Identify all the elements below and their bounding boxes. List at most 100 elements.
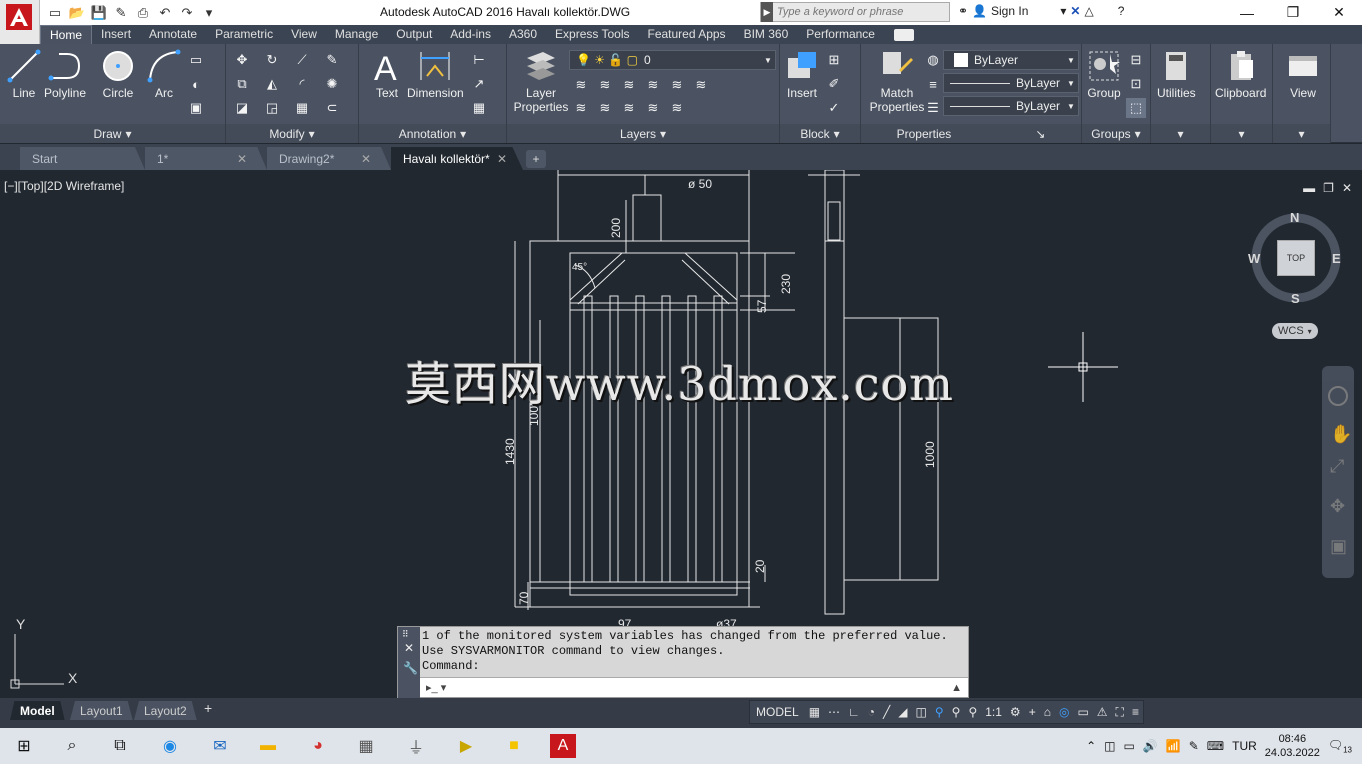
layer-tool-icon[interactable]: ≋ — [571, 75, 591, 95]
compass-east[interactable]: E — [1332, 251, 1341, 266]
trim-icon[interactable]: ⟋ — [292, 50, 312, 70]
linetype-dropdown[interactable]: ByLayer ▼ — [943, 73, 1079, 93]
layer-tool-icon[interactable]: ≋ — [667, 98, 687, 118]
task-view-icon[interactable]: ⧉ — [108, 734, 132, 758]
command-input[interactable]: ▸_ ▾ ▲ — [420, 677, 968, 697]
ribbon-minimize-icon[interactable] — [893, 28, 914, 41]
model-space-button[interactable]: MODEL — [750, 701, 805, 723]
sign-in[interactable]: ⚭ 👤 Sign In ▾ ✕ △ ? — [958, 4, 1124, 18]
grip-icon[interactable]: ⠿ — [402, 629, 409, 640]
view-tool[interactable]: View — [1285, 48, 1321, 100]
meet-now-icon[interactable]: ◫ — [1104, 739, 1115, 753]
steering-wheel-icon[interactable] — [1328, 386, 1348, 406]
usb-icon[interactable]: ⏚ — [404, 734, 428, 758]
showmotion-icon[interactable]: ▣ — [1330, 536, 1347, 557]
orbit-icon[interactable]: ✥ — [1330, 496, 1345, 517]
wcs-menu[interactable]: WCS ▾ — [1272, 323, 1318, 339]
close-icon[interactable]: ✕ — [1342, 181, 1352, 195]
draw-panel-title[interactable]: Draw ▾ — [0, 124, 225, 143]
ribbon-tab-performance[interactable]: Performance — [797, 25, 884, 44]
save-as-icon[interactable]: ✎ — [112, 4, 130, 22]
annotation-visibility-icon[interactable]: ⚲ — [931, 701, 948, 723]
clock[interactable]: 08:46 24.03.2022 — [1265, 732, 1320, 760]
history-dropdown-icon[interactable]: ▲ — [951, 682, 962, 694]
print-icon[interactable]: ⎙ — [134, 4, 152, 22]
command-window-handle[interactable]: ⠿ ✕ 🔧 — [398, 627, 420, 699]
a360-icon[interactable]: △ — [1084, 4, 1093, 18]
block-panel-title[interactable]: Block ▾ — [780, 124, 860, 143]
qat-dropdown-icon[interactable]: ▾ — [200, 4, 218, 22]
doc-tab-havali-kollektor[interactable]: Havalı kollektör* ✕ — [391, 147, 523, 170]
layer-tool-icon[interactable]: ≋ — [643, 98, 663, 118]
ribbon-tab-view[interactable]: View — [282, 25, 326, 44]
fullscreen-icon[interactable]: ⛶ — [1112, 701, 1128, 723]
application-menu-button[interactable] — [0, 0, 40, 44]
stretch-icon[interactable]: ◪ — [232, 98, 252, 118]
close-icon[interactable]: ✕ — [361, 152, 371, 166]
insert-tool[interactable]: Insert — [784, 48, 820, 100]
navigation-bar[interactable]: ✋ ⤢ ✥ ▣ — [1322, 366, 1354, 578]
doc-tab-start[interactable]: Start — [20, 147, 145, 170]
autoscale-icon[interactable]: ⚲ — [948, 701, 965, 723]
close-icon[interactable]: ✕ — [237, 152, 247, 166]
search-icon[interactable]: ⌕ — [60, 734, 84, 758]
table-icon[interactable]: ▦ — [469, 98, 489, 118]
snap-icon[interactable]: ⋯ — [824, 701, 844, 723]
boundary-icon[interactable]: ▣ — [186, 98, 206, 118]
close-icon[interactable]: ✕ — [1316, 0, 1362, 25]
help-icon[interactable]: ? — [1118, 4, 1125, 18]
search-box[interactable]: ▶ — [760, 2, 950, 22]
wifi-icon[interactable]: 📶 — [1166, 739, 1181, 753]
properties-panel-title[interactable]: Properties ↘ — [861, 124, 1081, 143]
mirror-icon[interactable]: ◭ — [262, 74, 282, 94]
chevron-up-icon[interactable]: ⌃ — [1086, 739, 1096, 753]
chrome-icon[interactable]: ◕ — [306, 734, 330, 758]
ribbon-tab-add-ins[interactable]: Add-ins — [441, 25, 500, 44]
keyboard-icon[interactable]: ⌨ — [1207, 739, 1224, 753]
pan-icon[interactable]: ✋ — [1330, 424, 1352, 445]
group-edit-icon[interactable]: ⊡ — [1126, 74, 1146, 94]
close-icon[interactable]: ✕ — [497, 152, 507, 166]
ribbon-tab-insert[interactable]: Insert — [92, 25, 140, 44]
ungroup-icon[interactable]: ⊟ — [1126, 50, 1146, 70]
osnap-tracking-icon[interactable]: ◫ — [912, 701, 931, 723]
arc-tool[interactable]: Arc — [146, 48, 182, 100]
edge-icon[interactable]: ◉ — [158, 734, 182, 758]
match-properties-tool[interactable]: Match Properties — [867, 48, 927, 114]
viewcube[interactable]: N S E W TOP — [1248, 210, 1342, 306]
rectangle-icon[interactable]: ▭ — [186, 50, 206, 70]
layer-tool-icon[interactable]: ≋ — [619, 98, 639, 118]
plus-icon[interactable]: + — [1025, 701, 1040, 723]
scale-value[interactable]: 1:1 — [981, 701, 1006, 723]
layout-tab-layout1[interactable]: Layout1 — [70, 701, 133, 720]
copy-icon[interactable]: ⧉ — [232, 74, 252, 94]
attribute-icon[interactable]: ✓ — [824, 98, 844, 118]
notification-icon[interactable]: 🗨13 — [1328, 738, 1352, 754]
annotation-scale-icon[interactable]: ⚲ — [964, 701, 981, 723]
doc-tab-drawing2[interactable]: Drawing2* ✕ — [267, 147, 391, 170]
leader-icon[interactable]: ↗ — [469, 74, 489, 94]
compass-south[interactable]: S — [1291, 291, 1300, 306]
group-tool[interactable]: Group — [1086, 48, 1122, 100]
layout-tab-model[interactable]: Model — [10, 701, 65, 720]
ribbon-tab-featured-apps[interactable]: Featured Apps — [639, 25, 735, 44]
customize-icon[interactable]: ≡ — [1128, 701, 1143, 723]
redo-icon[interactable]: ↷ — [178, 4, 196, 22]
layer-properties-tool[interactable]: Layer Properties — [511, 48, 571, 114]
ortho-icon[interactable]: ∟ — [844, 701, 864, 723]
ribbon-tab-output[interactable]: Output — [387, 25, 441, 44]
view-dropdown[interactable]: ▾ — [1273, 124, 1330, 143]
layer-tool-icon[interactable]: ≋ — [619, 75, 639, 95]
layer-tool-icon[interactable]: ≋ — [691, 75, 711, 95]
osnap-icon[interactable]: ╱ — [879, 701, 894, 723]
linear-dim-icon[interactable]: ⊢ — [469, 50, 489, 70]
pen-icon[interactable]: ✎ — [1189, 739, 1199, 753]
utilities-tool[interactable]: Utilities — [1157, 48, 1196, 100]
kmplayer-icon[interactable]: ▶ — [454, 734, 478, 758]
exchange-icon[interactable]: ✕ — [1070, 4, 1080, 18]
volume-icon[interactable]: 🔊 — [1143, 739, 1158, 753]
hatch-icon[interactable]: ◐ — [186, 74, 206, 94]
layer-tool-icon[interactable]: ≋ — [667, 75, 687, 95]
scale-icon[interactable]: ◲ — [262, 98, 282, 118]
group-select-icon[interactable]: ⬚ — [1126, 98, 1146, 118]
